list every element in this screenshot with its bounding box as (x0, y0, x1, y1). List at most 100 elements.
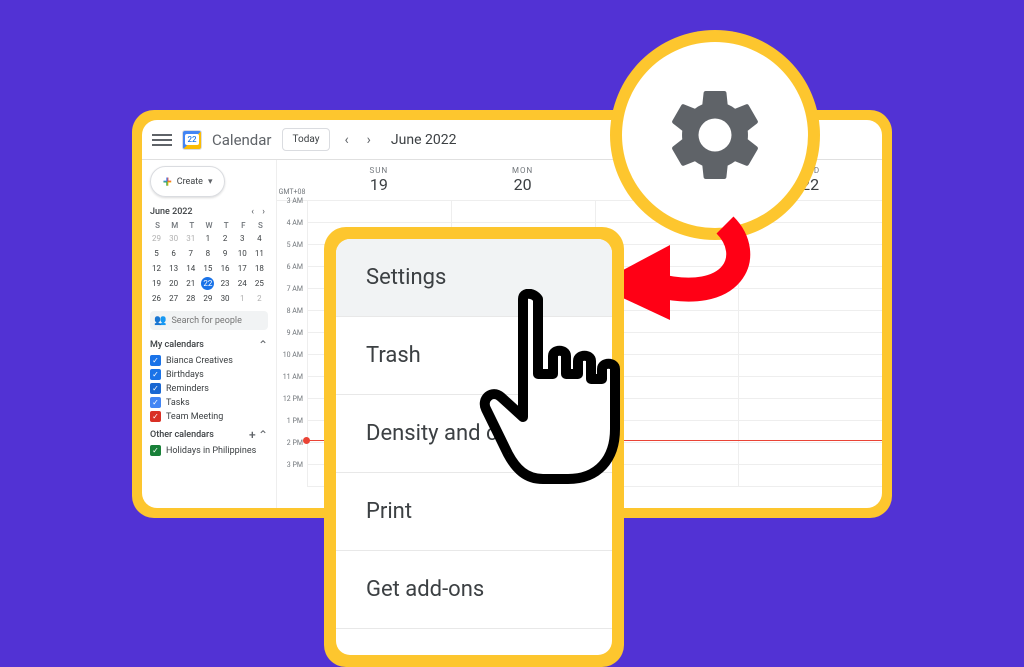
time-cell[interactable] (738, 465, 882, 487)
mini-cal-day[interactable]: 22 (201, 277, 214, 290)
time-label: 3 AM (277, 197, 307, 219)
time-cell[interactable] (738, 355, 882, 377)
mini-cal-day[interactable]: 16 (219, 262, 232, 275)
mini-cal-day[interactable]: 11 (253, 247, 266, 260)
mini-cal-day[interactable]: 15 (201, 262, 214, 275)
mini-cal-day[interactable]: 31 (184, 232, 197, 245)
mini-cal-dow: W (201, 221, 216, 230)
time-cell[interactable] (451, 201, 595, 223)
calendar-item-label: Holidays in Philippines (166, 446, 256, 456)
mini-cal-day[interactable]: 25 (253, 277, 266, 290)
calendar-item[interactable]: ✓ Holidays in Philippines (150, 445, 268, 456)
create-label: Create (177, 177, 203, 187)
mini-next-month[interactable]: › (259, 207, 268, 217)
checkbox-icon[interactable]: ✓ (150, 445, 161, 456)
my-calendars-header: My calendars (150, 340, 204, 350)
calendar-logo-icon: 22 (182, 130, 202, 150)
mini-cal-day[interactable]: 1 (201, 232, 214, 245)
calendar-item[interactable]: ✓Reminders (150, 383, 268, 394)
mini-cal-day[interactable]: 7 (184, 247, 197, 260)
mini-cal-day[interactable]: 2 (219, 232, 232, 245)
mini-cal-day[interactable]: 27 (167, 292, 180, 305)
mini-cal-day[interactable]: 1 (236, 292, 249, 305)
chevron-down-icon: ▾ (208, 177, 213, 187)
time-label: 7 AM (277, 285, 307, 307)
mini-cal-day[interactable]: 14 (184, 262, 197, 275)
calendar-item[interactable]: ✓ Tasks (150, 397, 268, 408)
plus-icon: + (163, 172, 172, 191)
mini-cal-day[interactable]: 19 (150, 277, 163, 290)
gmt-label: GMT+08 (277, 160, 307, 200)
mini-cal-day[interactable]: 13 (167, 262, 180, 275)
calendar-item[interactable]: ✓ Birthdays (150, 369, 268, 380)
search-input[interactable] (171, 316, 264, 326)
mini-cal-day[interactable]: 8 (201, 247, 214, 260)
today-button[interactable]: Today (282, 128, 331, 151)
calendar-item-label: Birthdays (166, 370, 204, 380)
day-of-week: SUN (307, 166, 451, 175)
mini-cal-day[interactable]: 4 (253, 232, 266, 245)
settings-menu-item[interactable]: Get add-ons (336, 551, 612, 629)
gear-icon[interactable] (660, 80, 770, 190)
time-cell[interactable] (738, 377, 882, 399)
checkbox-icon[interactable]: ✓ (150, 355, 161, 366)
search-people[interactable]: 👥 (150, 311, 268, 330)
mini-cal-day[interactable]: 12 (150, 262, 163, 275)
mini-cal-day[interactable]: 28 (184, 292, 197, 305)
other-calendars-header: Other calendars (150, 430, 214, 440)
mini-cal-day[interactable]: 6 (167, 247, 180, 260)
mini-cal-day[interactable]: 24 (236, 277, 249, 290)
next-period-button[interactable]: › (363, 132, 375, 148)
mini-cal-day[interactable]: 3 (236, 232, 249, 245)
calendar-item-label: Tasks (166, 398, 190, 408)
calendar-item[interactable]: ✓Team Meeting (150, 411, 268, 422)
mini-cal-day[interactable]: 20 (167, 277, 180, 290)
mini-cal-day[interactable]: 17 (236, 262, 249, 275)
mini-prev-month[interactable]: ‹ (248, 207, 257, 217)
create-button[interactable]: + Create ▾ (150, 166, 225, 197)
mini-cal-day[interactable]: 26 (150, 292, 163, 305)
checkbox-icon[interactable]: ✓ (150, 369, 161, 380)
mini-cal-dow: S (150, 221, 165, 230)
mini-cal-day[interactable]: 23 (219, 277, 232, 290)
hamburger-icon[interactable] (152, 134, 172, 146)
mini-cal-day[interactable]: 5 (150, 247, 163, 260)
sidebar: + Create ▾ June 2022 ‹ › SMTWTFS29303112… (142, 160, 277, 508)
time-label: 10 AM (277, 351, 307, 373)
time-label: 3 PM (277, 461, 307, 483)
mini-cal-dow: T (219, 221, 234, 230)
mini-cal-day[interactable]: 30 (219, 292, 232, 305)
time-label: 4 AM (277, 219, 307, 241)
app-title: Calendar (212, 131, 272, 149)
time-label: 9 AM (277, 329, 307, 351)
day-of-week: MON (451, 166, 595, 175)
mini-cal-day[interactable]: 21 (184, 277, 197, 290)
day-column-header[interactable]: SUN19 (307, 160, 451, 200)
mini-cal-dow: F (236, 221, 251, 230)
people-icon: 👥 (154, 315, 166, 326)
mini-cal-day[interactable]: 10 (236, 247, 249, 260)
calendar-item[interactable]: ✓Bianca Creatives (150, 355, 268, 366)
collapse-other-calendars[interactable]: ⌃ (258, 428, 268, 442)
mini-cal-day[interactable]: 9 (219, 247, 232, 260)
mini-cal-day[interactable]: 18 (253, 262, 266, 275)
mini-cal-day[interactable]: 29 (201, 292, 214, 305)
time-label: 5 AM (277, 241, 307, 263)
prev-period-button[interactable]: ‹ (340, 132, 352, 148)
checkbox-icon[interactable]: ✓ (150, 397, 161, 408)
time-label: 11 AM (277, 373, 307, 395)
current-month-label: June 2022 (391, 132, 457, 148)
mini-cal-day[interactable]: 2 (253, 292, 266, 305)
checkbox-icon[interactable]: ✓ (150, 383, 161, 394)
time-cell[interactable] (738, 399, 882, 421)
mini-cal-dow: T (184, 221, 199, 230)
time-cell[interactable] (307, 201, 451, 223)
time-cell[interactable] (738, 443, 882, 465)
mini-cal-day[interactable]: 30 (167, 232, 180, 245)
time-cell[interactable] (738, 333, 882, 355)
mini-cal-day[interactable]: 29 (150, 232, 163, 245)
add-other-calendar[interactable]: + (249, 428, 256, 442)
day-column-header[interactable]: MON20 (451, 160, 595, 200)
checkbox-icon[interactable]: ✓ (150, 411, 161, 422)
collapse-my-calendars[interactable]: ⌃ (258, 338, 268, 352)
